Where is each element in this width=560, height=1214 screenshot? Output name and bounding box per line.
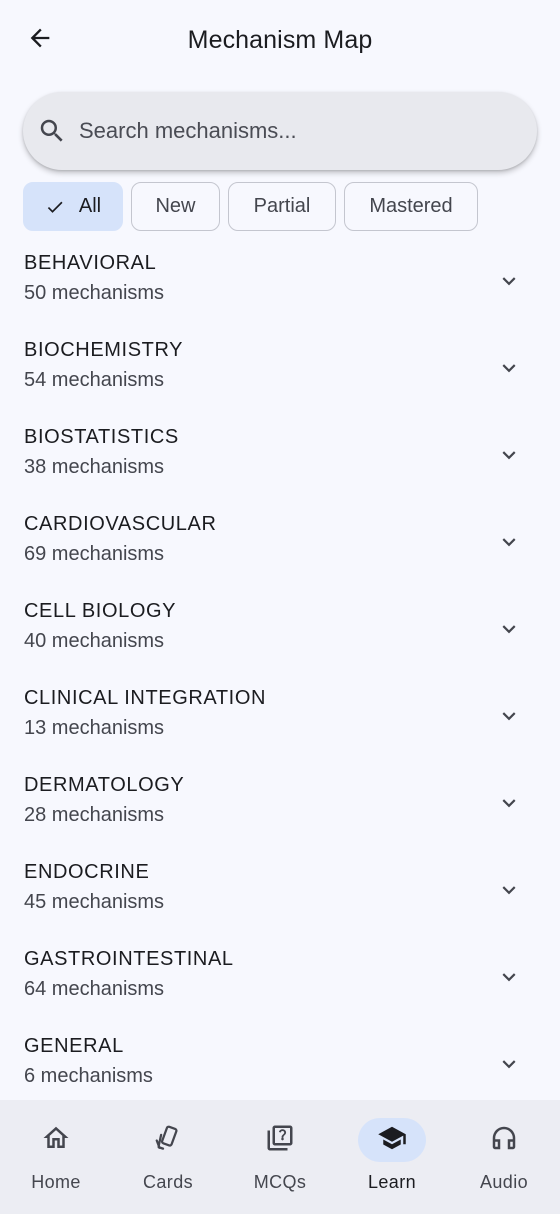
- nav-item-cards[interactable]: Cards: [112, 1100, 224, 1214]
- filter-chip-label: All: [78, 195, 102, 217]
- bottom-navigation: Home Cards MCQs Learn Audio: [0, 1100, 560, 1214]
- nav-label: Learn: [367, 1172, 417, 1192]
- nav-indicator: [470, 1118, 538, 1162]
- category-row[interactable]: BEHAVIORAL 50 mechanisms: [0, 242, 560, 329]
- search-bar[interactable]: [23, 92, 537, 170]
- filter-chip-all[interactable]: All: [23, 182, 123, 231]
- page-title: Mechanism Map: [187, 26, 373, 54]
- nav-item-learn[interactable]: Learn: [336, 1100, 448, 1214]
- category-row[interactable]: CELL BIOLOGY 40 mechanisms: [0, 590, 560, 677]
- category-count: 38 mechanisms: [24, 456, 165, 478]
- search-input[interactable]: [79, 110, 519, 152]
- category-count: 69 mechanisms: [24, 543, 165, 565]
- category-row[interactable]: GENERAL 6 mechanisms: [0, 1025, 560, 1112]
- category-count: 13 mechanisms: [24, 717, 165, 739]
- chevron-down-icon[interactable]: [496, 616, 522, 642]
- nav-label: MCQs: [253, 1172, 307, 1192]
- chevron-down-icon[interactable]: [496, 1051, 522, 1077]
- category-count: 50 mechanisms: [24, 282, 165, 304]
- search-icon: [37, 116, 67, 146]
- category-row[interactable]: CLINICAL INTEGRATION 13 mechanisms: [0, 677, 560, 764]
- chevron-down-icon[interactable]: [496, 790, 522, 816]
- category-title: GASTROINTESTINAL: [24, 948, 234, 970]
- chevron-down-icon[interactable]: [496, 268, 522, 294]
- category-title: ENDOCRINE: [24, 861, 150, 883]
- category-row[interactable]: ENDOCRINE 45 mechanisms: [0, 851, 560, 938]
- category-row[interactable]: CARDIOVASCULAR 69 mechanisms: [0, 503, 560, 590]
- filter-chip-new[interactable]: New: [131, 182, 220, 231]
- category-row[interactable]: BIOCHEMISTRY 54 mechanisms: [0, 329, 560, 416]
- nav-item-mcqs[interactable]: MCQs: [224, 1100, 336, 1214]
- filter-chip-label: Mastered: [369, 195, 453, 217]
- chevron-down-icon[interactable]: [496, 355, 522, 381]
- check-icon: [45, 197, 65, 217]
- category-count: 40 mechanisms: [24, 630, 165, 652]
- chevron-down-icon[interactable]: [496, 877, 522, 903]
- category-count: 54 mechanisms: [24, 369, 165, 391]
- nav-indicator: [134, 1118, 202, 1162]
- category-title: BIOSTATISTICS: [24, 426, 179, 448]
- filter-chip-label: New: [155, 195, 196, 217]
- chevron-down-icon[interactable]: [496, 703, 522, 729]
- school-icon: [377, 1123, 407, 1158]
- nav-indicator: [358, 1118, 426, 1162]
- chevron-down-icon[interactable]: [496, 442, 522, 468]
- app-bar: Mechanism Map: [0, 0, 560, 82]
- headphones-icon: [489, 1123, 519, 1158]
- quiz-icon: [265, 1123, 295, 1158]
- category-title: CLINICAL INTEGRATION: [24, 687, 267, 709]
- category-row[interactable]: GASTROINTESTINAL 64 mechanisms: [0, 938, 560, 1025]
- category-title: BEHAVIORAL: [24, 252, 157, 274]
- cards-icon: [153, 1123, 183, 1158]
- category-title: CELL BIOLOGY: [24, 600, 177, 622]
- category-row[interactable]: BIOSTATISTICS 38 mechanisms: [0, 416, 560, 503]
- category-count: 45 mechanisms: [24, 891, 165, 913]
- filter-chip-mastered[interactable]: Mastered: [344, 182, 478, 231]
- nav-item-audio[interactable]: Audio: [448, 1100, 560, 1214]
- nav-label: Cards: [142, 1172, 193, 1192]
- home-icon: [41, 1123, 71, 1158]
- filter-chip-label: Partial: [253, 195, 311, 217]
- filter-chip-partial[interactable]: Partial: [228, 182, 336, 231]
- nav-label: Audio: [479, 1172, 529, 1192]
- nav-label: Home: [31, 1172, 81, 1192]
- nav-item-home[interactable]: Home: [0, 1100, 112, 1214]
- nav-indicator: [246, 1118, 314, 1162]
- category-title: DERMATOLOGY: [24, 774, 185, 796]
- category-count: 64 mechanisms: [24, 978, 165, 1000]
- category-title: CARDIOVASCULAR: [24, 513, 217, 535]
- mechanism-map-screen: Mechanism Map All New Partial Mastered B…: [0, 0, 560, 1214]
- category-count: 6 mechanisms: [24, 1065, 153, 1087]
- chevron-down-icon[interactable]: [496, 964, 522, 990]
- nav-indicator: [22, 1118, 90, 1162]
- category-title: GENERAL: [24, 1035, 124, 1057]
- category-row[interactable]: DERMATOLOGY 28 mechanisms: [0, 764, 560, 851]
- chevron-down-icon[interactable]: [496, 529, 522, 555]
- category-title: BIOCHEMISTRY: [24, 339, 184, 361]
- category-count: 28 mechanisms: [24, 804, 165, 826]
